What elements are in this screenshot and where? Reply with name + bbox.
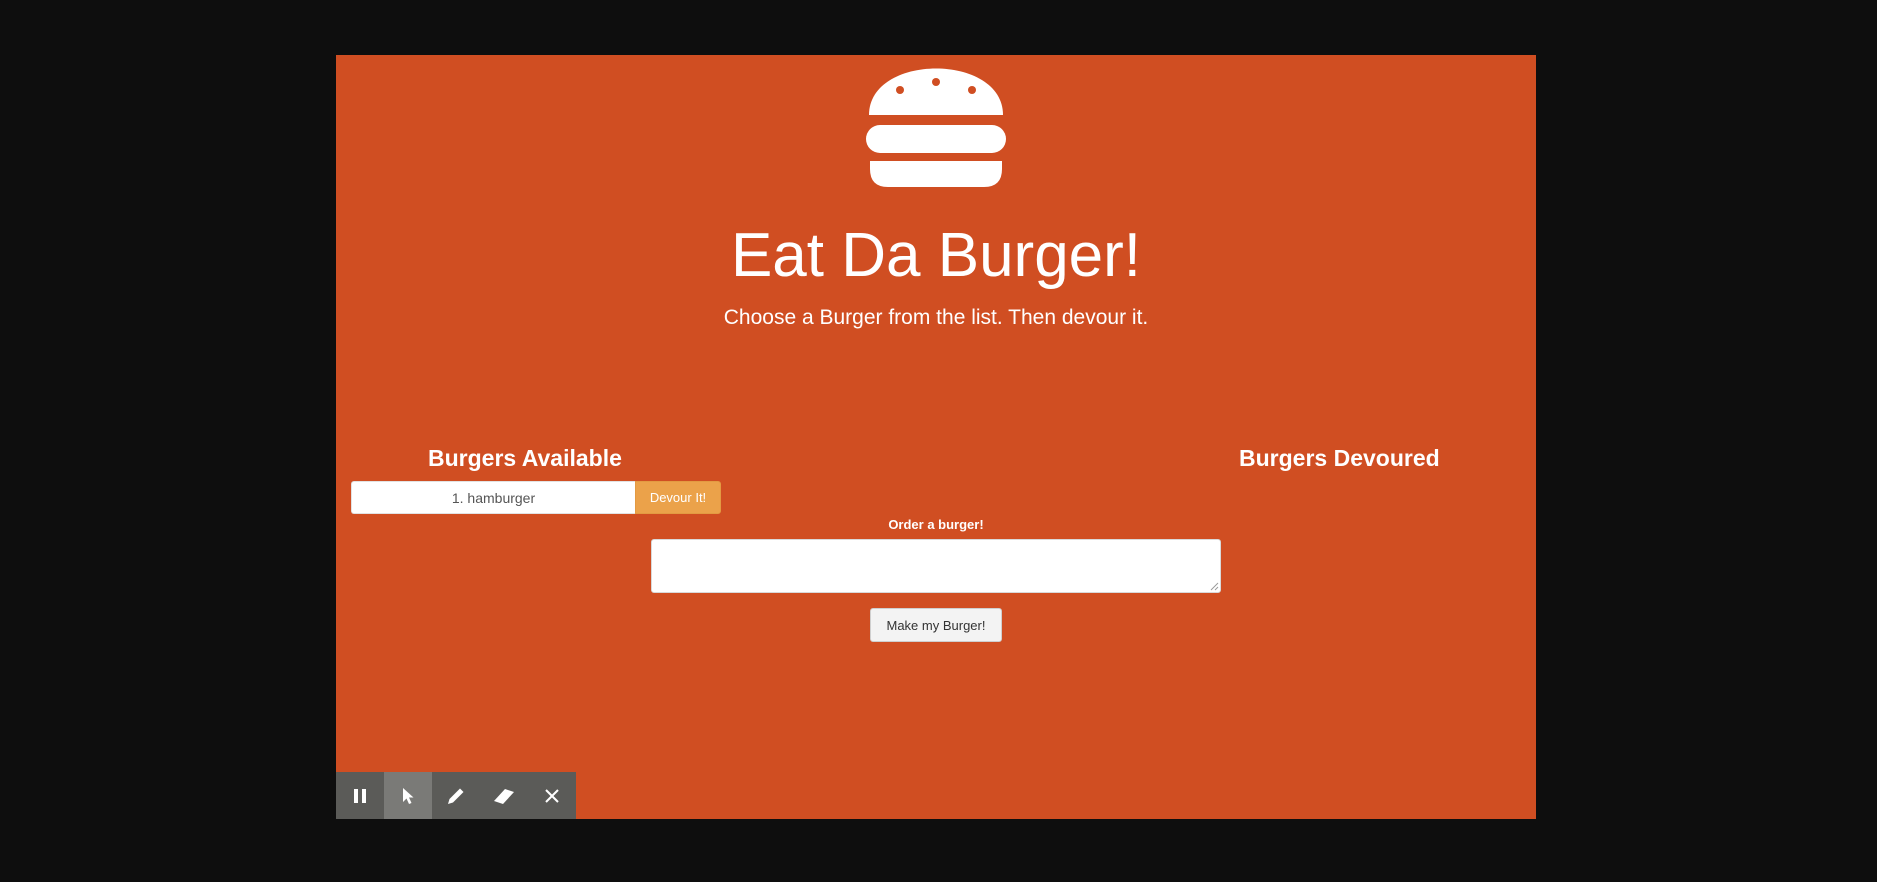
list-item: 1. hamburger Devour It! xyxy=(351,481,721,514)
pencil-icon xyxy=(448,788,464,804)
page-subtitle: Choose a Burger from the list. Then devo… xyxy=(723,306,1149,329)
cursor-tool-button[interactable] xyxy=(384,772,432,819)
order-burger-label: Order a burger! xyxy=(888,517,984,532)
burger-name-input[interactable] xyxy=(651,539,1221,593)
resize-handle-icon[interactable] xyxy=(1210,582,1219,591)
page-title: Eat Da Burger! xyxy=(730,221,1142,290)
devour-it-button[interactable]: Devour It! xyxy=(635,481,721,514)
burgers-devoured-heading: Burgers Devoured xyxy=(1239,445,1440,471)
make-my-burger-button[interactable]: Make my Burger! xyxy=(870,608,1002,642)
burger-name: 1. hamburger xyxy=(351,481,635,514)
pencil-tool-button[interactable] xyxy=(432,772,480,819)
close-icon xyxy=(545,788,559,803)
eraser-tool-button[interactable] xyxy=(480,772,528,819)
pause-button[interactable] xyxy=(336,772,384,819)
close-tool-button[interactable] xyxy=(528,772,576,819)
burgers-available-list: 1. hamburger Devour It! xyxy=(351,481,721,520)
app-page: Eat Da Burger! Choose a Burger from the … xyxy=(336,55,1536,819)
annotation-toolbar xyxy=(336,772,576,819)
burgers-available-heading: Burgers Available xyxy=(428,445,622,471)
cursor-icon xyxy=(403,787,414,804)
pause-icon xyxy=(354,788,366,803)
hamburger-icon xyxy=(866,68,1006,187)
eraser-icon xyxy=(494,788,514,804)
